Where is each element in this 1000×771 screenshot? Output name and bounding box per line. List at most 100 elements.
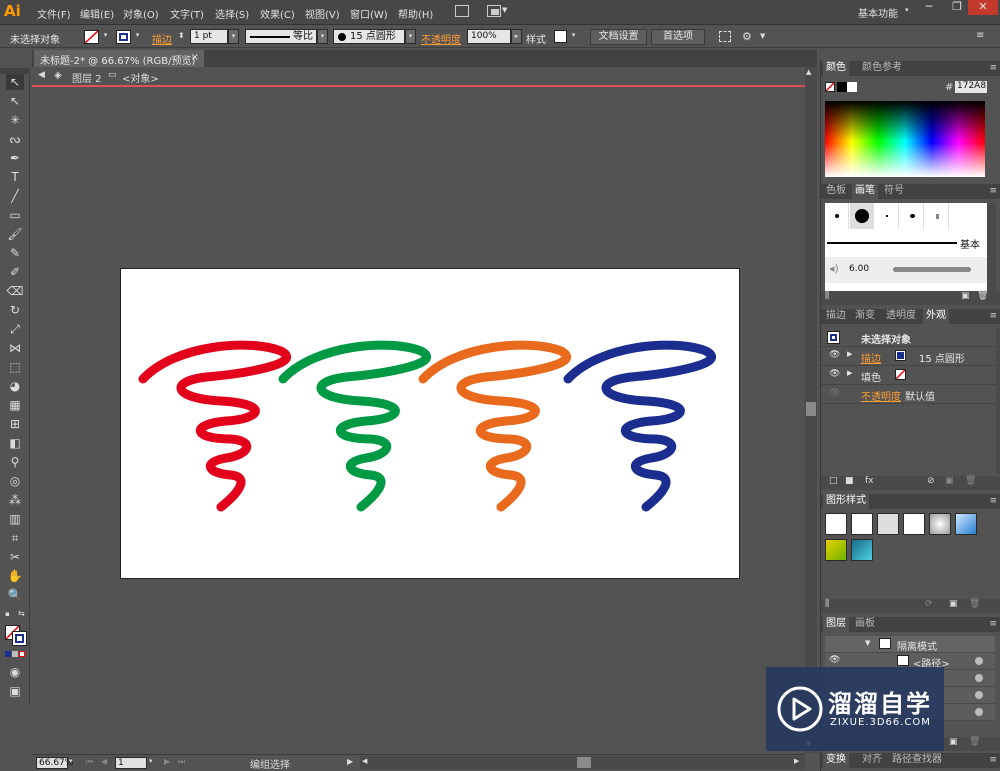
clear-appearance-icon[interactable]: ⊘ xyxy=(927,476,935,486)
breadcrumb-object[interactable]: <对象> xyxy=(122,70,159,85)
style-2[interactable] xyxy=(877,513,899,535)
style-blue-glow[interactable] xyxy=(955,513,977,535)
new-style-icon[interactable]: ▣ xyxy=(949,599,958,609)
tab-graphic-styles[interactable]: 图形样式 xyxy=(823,494,869,509)
tab-pathfinder[interactable]: 路径查找器 xyxy=(889,753,945,768)
opacity-dropdown[interactable]: ▸ xyxy=(511,29,522,44)
visibility-eye-icon[interactable]: 👁 xyxy=(829,369,840,379)
blue-spiral[interactable] xyxy=(563,340,717,512)
add-stroke-icon[interactable]: □ xyxy=(829,476,838,486)
width-tool-icon[interactable]: ⋈ xyxy=(6,340,24,356)
color-spectrum[interactable] xyxy=(825,101,985,177)
style-no-fill[interactable] xyxy=(851,513,873,535)
options-chevron-icon[interactable]: ▼ xyxy=(760,32,765,40)
magic-wand-tool-icon[interactable]: ✳ xyxy=(6,112,24,128)
type-tool-icon[interactable]: T xyxy=(6,169,24,185)
line-tool-icon[interactable]: ╱ xyxy=(6,188,24,204)
menu-file[interactable]: 文件(F) xyxy=(37,6,71,21)
new-layer-icon[interactable]: ▣ xyxy=(949,737,958,747)
status-text[interactable]: 编组选择 xyxy=(250,756,290,771)
profile-dropdown[interactable]: ▾ xyxy=(317,29,328,44)
delete-brush-icon[interactable]: 🗑 xyxy=(977,291,988,301)
basic-brush-stroke[interactable] xyxy=(827,242,957,244)
preferences-button[interactable]: 首选项 xyxy=(651,29,705,45)
stroke-weight-input[interactable]: 1 pt xyxy=(190,29,228,44)
tab-align[interactable]: 对齐 xyxy=(859,753,885,768)
style-3[interactable] xyxy=(903,513,925,535)
visibility-eye-icon[interactable]: 👁 xyxy=(829,350,840,360)
workspace-chevron-icon[interactable]: ▾ xyxy=(905,6,909,14)
hand-tool-icon[interactable]: ✋ xyxy=(6,568,24,584)
artboard[interactable] xyxy=(120,268,740,579)
target-circle-icon[interactable] xyxy=(975,708,983,716)
panel-menu-icon[interactable]: ≡ xyxy=(989,311,997,321)
blob-brush-tool-icon[interactable]: ✐ xyxy=(6,264,24,280)
scroll-up-icon[interactable]: ▲ xyxy=(806,68,811,76)
brush-tiny-dot[interactable] xyxy=(875,203,899,229)
opacity-input[interactable]: 100% xyxy=(467,29,511,44)
fill-swatch[interactable] xyxy=(84,30,99,44)
black-swatch[interactable] xyxy=(837,82,847,92)
tab-swatches[interactable]: 色板 xyxy=(823,184,849,199)
duplicate-item-icon[interactable]: ▣ xyxy=(945,476,954,486)
hex-input[interactable]: 172A8 xyxy=(955,81,987,93)
panel-menu-icon[interactable]: ≡ xyxy=(989,496,997,506)
artboard-tool-icon[interactable]: ⌗ xyxy=(6,530,24,546)
horizontal-scroll-thumb[interactable] xyxy=(577,757,591,768)
next-page-icon[interactable]: ▶ xyxy=(164,757,170,766)
brushes-scrollbar[interactable] xyxy=(987,203,996,291)
tab-color[interactable]: 颜色 xyxy=(823,61,849,76)
tab-gradient[interactable]: 渐变 xyxy=(852,309,878,324)
stroke-link[interactable]: 描边 xyxy=(152,31,172,46)
menu-object[interactable]: 对象(O) xyxy=(123,6,159,21)
shape-builder-tool-icon[interactable]: ◕ xyxy=(6,378,24,394)
brush-drop[interactable] xyxy=(900,203,924,229)
bridge-icon[interactable] xyxy=(455,5,469,17)
green-spiral[interactable] xyxy=(278,340,432,512)
style-shadow[interactable] xyxy=(929,513,951,535)
fill-attr-swatch[interactable] xyxy=(895,369,906,380)
collapse-triangle-icon[interactable]: ▼ xyxy=(865,639,870,647)
panel-menu-icon[interactable]: ≡ xyxy=(989,63,997,73)
page-dropdown-icon[interactable]: ▾ xyxy=(149,757,153,765)
panel-menu-icon[interactable]: ≡ xyxy=(989,619,997,629)
menu-type[interactable]: 文字(T) xyxy=(170,6,204,21)
menu-edit[interactable]: 编辑(E) xyxy=(80,6,114,21)
pen-tool-icon[interactable]: ✒ xyxy=(6,150,24,166)
minimize-button[interactable]: ─ xyxy=(915,0,943,15)
style-dropdown[interactable]: ▾ xyxy=(568,29,579,44)
symbol-sprayer-tool-icon[interactable]: ⁂ xyxy=(6,492,24,508)
layer-row-isolation[interactable]: ▼ 隔离模式 xyxy=(825,636,995,653)
target-circle-icon[interactable] xyxy=(975,657,983,665)
draw-mode-icon[interactable]: ◉ xyxy=(6,664,24,680)
color-mode-icon[interactable] xyxy=(5,651,11,657)
style-default[interactable] xyxy=(825,513,847,535)
brush-dropdown[interactable]: ▾ xyxy=(405,29,416,44)
selection-tool-icon[interactable]: ↖ xyxy=(6,74,24,90)
perspective-grid-tool-icon[interactable]: ▦ xyxy=(6,397,24,413)
menu-window[interactable]: 窗口(W) xyxy=(350,6,388,21)
brush-soft[interactable] xyxy=(925,203,949,229)
style-libraries-icon[interactable]: ⫼ xyxy=(825,599,829,609)
delete-item-icon[interactable]: 🗑 xyxy=(965,476,976,486)
tab-stroke[interactable]: 描边 xyxy=(823,309,849,324)
prev-page-icon[interactable]: ◀ xyxy=(101,757,107,766)
pencil-tool-icon[interactable]: ✎ xyxy=(6,245,24,261)
scroll-right-icon[interactable]: ▶ xyxy=(794,757,799,765)
menu-help[interactable]: 帮助(H) xyxy=(398,6,433,21)
variable-width-profile[interactable]: 等比 xyxy=(245,29,317,44)
opacity-link[interactable]: 不透明度 xyxy=(421,31,461,46)
red-spiral[interactable] xyxy=(138,340,292,512)
brush-libraries-icon[interactable]: ⫼ xyxy=(825,291,829,301)
tab-transform[interactable]: 变换 xyxy=(823,753,849,768)
scroll-left-icon[interactable]: ◀ xyxy=(362,757,367,765)
break-link-icon[interactable]: ⟳ xyxy=(925,599,933,609)
vertical-scroll-thumb[interactable] xyxy=(806,402,816,416)
add-effect-icon[interactable]: fx xyxy=(865,476,874,486)
tab-color-guide[interactable]: 颜色参考 xyxy=(859,61,905,76)
brush-large-dot[interactable] xyxy=(850,203,874,229)
paintbrush-tool-icon[interactable]: 🖌 xyxy=(6,226,24,242)
brush-definition[interactable]: 15 点圆形 xyxy=(333,29,405,44)
transform-options-icon[interactable]: ⚙ xyxy=(742,30,752,43)
stroke-weight-dropdown[interactable]: ▾ xyxy=(228,29,239,44)
